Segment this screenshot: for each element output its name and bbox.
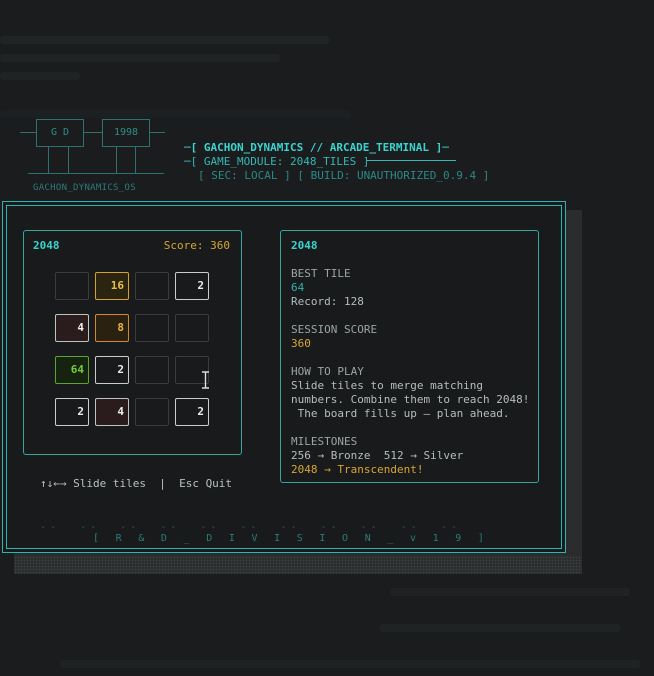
tile-4: 4 [55, 314, 89, 342]
background-text [0, 36, 330, 44]
build-info: [ SEC: LOCAL ] [ BUILD: UNAUTHORIZED_0.9… [198, 169, 490, 182]
tile-64: 64 [55, 356, 89, 384]
terminal-title: ─[ GACHON_DYNAMICS // ARCADE_TERMINAL ]─ [184, 141, 449, 154]
score-display: Score: 360 [163, 239, 230, 252]
info-title: 2048 [291, 239, 318, 252]
window-shadow-pattern [14, 556, 582, 574]
background-text [0, 110, 350, 118]
tile-2: 2 [175, 272, 209, 300]
how-to-play-line: The board fills up — plan ahead. [291, 407, 510, 420]
tile-2: 2 [95, 356, 129, 384]
milestone-line: 256 → Bronze 512 → Silver [291, 449, 464, 462]
background-text [0, 72, 80, 80]
how-to-play-label: HOW TO PLAY [291, 365, 364, 378]
logo-gd-box: G D [36, 119, 84, 147]
tile-empty [135, 356, 169, 384]
logo-year-box: 1998 [102, 119, 150, 147]
terminal-screen: G D 1998 GACHON_DYNAMICS_OS ─[ GACHON_DY… [0, 0, 654, 676]
division-label: [ R & D _ D I V I S I O N _ v 1 9 ] [93, 533, 490, 544]
session-score-label: SESSION SCORE [291, 323, 378, 336]
background-text [390, 588, 630, 596]
background-text [60, 660, 640, 668]
footer-dashes: -- -- -- -- -- -- -- -- -- -- -- [40, 522, 461, 533]
logo-caption: GACHON_DYNAMICS_OS [33, 183, 136, 193]
tile-2: 2 [55, 398, 89, 426]
tile-4: 4 [95, 398, 129, 426]
tile-empty [135, 314, 169, 342]
header-divider [366, 160, 456, 161]
module-name: ─[ GAME_MODULE: 2048_TILES ] [184, 155, 370, 168]
best-tile-label: BEST TILE [291, 267, 351, 280]
text-cursor-icon [202, 371, 209, 389]
tile-16: 16 [95, 272, 129, 300]
tile-2: 2 [175, 398, 209, 426]
record-value: Record: 128 [291, 295, 364, 308]
background-text [0, 54, 280, 62]
game-title: 2048 [33, 239, 60, 252]
milestone-line: 2048 → Transcendent! [291, 463, 424, 476]
best-tile-value: 64 [291, 281, 305, 294]
tile-8: 8 [95, 314, 129, 342]
session-score-value: 360 [291, 337, 311, 350]
tile-empty [175, 314, 209, 342]
tile-empty [135, 398, 169, 426]
controls-hint: ↑↓←→ Slide tiles | Esc Quit [40, 477, 233, 490]
milestones-label: MILESTONES [291, 435, 358, 448]
how-to-play-line: Slide tiles to merge matching [291, 379, 484, 392]
how-to-play-line: numbers. Combine them to reach 2048! [291, 393, 530, 406]
tile-empty [135, 272, 169, 300]
tile-empty [55, 272, 89, 300]
background-text [380, 624, 620, 632]
